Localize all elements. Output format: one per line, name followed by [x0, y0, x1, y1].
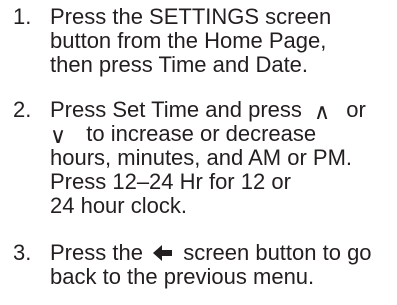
step-line: Press 12–24 Hr for 12 or: [50, 169, 291, 194]
step-text: Press the screen button to go back to th…: [50, 241, 372, 289]
up-caret-icon: ∧: [314, 99, 331, 124]
step-text: Press Set Time and press ∧ or ∨ to incre…: [50, 98, 366, 218]
step-text: Press the SETTINGS screen button from th…: [50, 5, 331, 77]
instruction-document: 1. Press the SETTINGS screen button from…: [0, 0, 397, 305]
step-line-part: Press the: [50, 240, 143, 265]
step-line: back to the previous menu.: [50, 264, 315, 289]
back-arrow-icon: [153, 245, 173, 261]
step-line: then press Time and Date.: [50, 52, 309, 77]
step-line: hours, minutes, and AM or PM.: [50, 145, 353, 170]
step-line: Press the SETTINGS screen: [50, 4, 332, 29]
step-line-part: Press Set Time and press: [50, 97, 302, 122]
step-line-part: screen button to go: [183, 240, 372, 265]
step-line: 24 hour clock.: [50, 193, 187, 218]
step-line: ∨ to increase or decrease: [50, 121, 366, 148]
step-line-part: or: [346, 97, 366, 122]
step-line: Press the screen button to go: [50, 241, 372, 265]
step-number: 2.: [13, 97, 32, 122]
step-line: button from the Home Page,: [50, 28, 327, 53]
step-line: Press Set Time and press ∧ or: [50, 97, 366, 124]
step-number: 3.: [13, 240, 32, 265]
step-line-part: to increase or decrease: [86, 121, 317, 146]
step-number: 1.: [13, 4, 32, 29]
